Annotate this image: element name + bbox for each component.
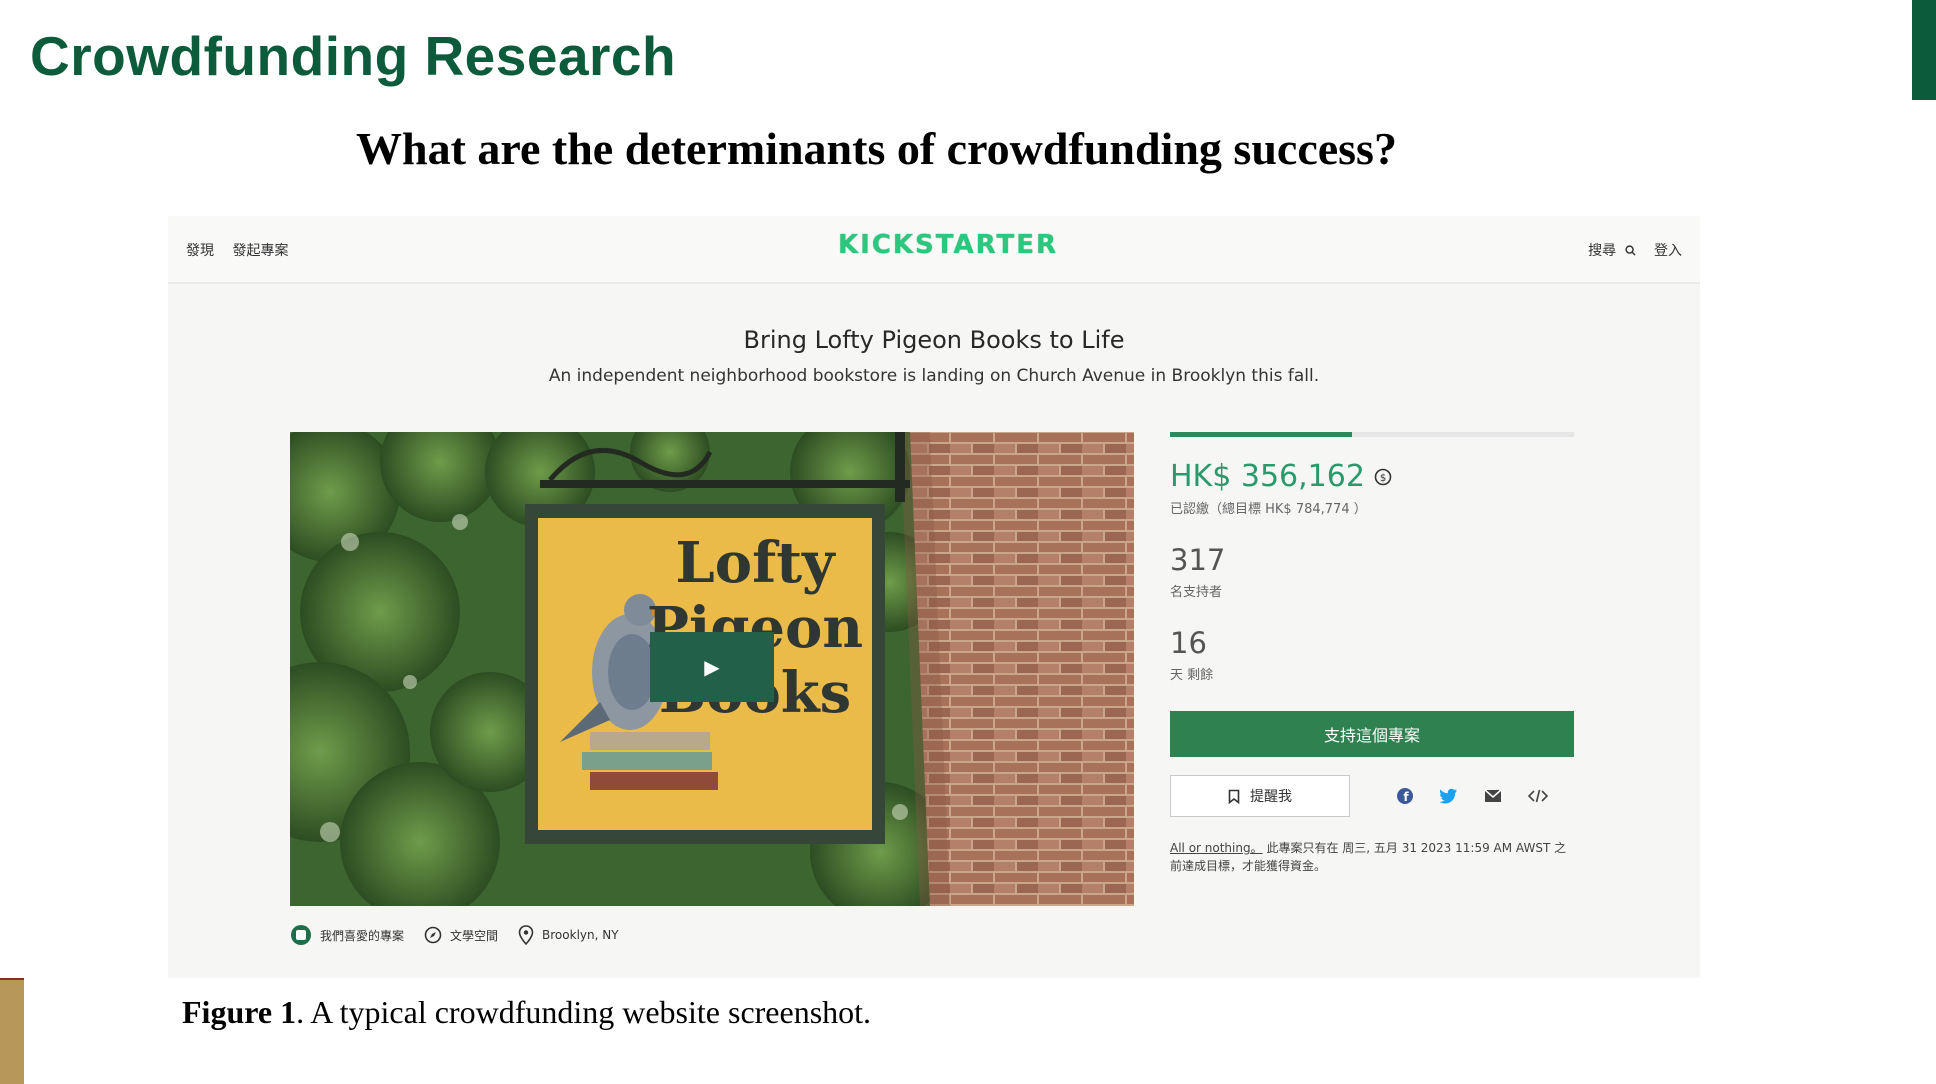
project-title: Bring Lofty Pigeon Books to Life [743, 326, 1125, 354]
svg-text:Lofty: Lofty [675, 530, 836, 596]
twitter-icon[interactable] [1440, 788, 1458, 804]
nav-discover-link[interactable]: 發現 [186, 243, 214, 259]
projects-we-love-badge[interactable]: 我們喜愛的專案 [290, 924, 404, 946]
backers-label: 名支持者 [1170, 585, 1223, 600]
research-question: What are the determinants of crowdfundin… [356, 123, 1397, 174]
funding-progress-fill [1170, 432, 1352, 437]
facebook-icon[interactable]: f [1396, 787, 1414, 805]
kickstarter-navbar: 發現 發起專案 KICKSTARTER 搜尋 登入 [168, 216, 1700, 284]
share-icons: f [1396, 787, 1574, 805]
backers-count: 317 [1170, 543, 1226, 577]
svg-text:f: f [1403, 790, 1409, 804]
compass-icon [424, 926, 442, 944]
svg-text:$: $ [1380, 473, 1386, 484]
figure-caption-text: . A typical crowdfunding website screens… [296, 994, 872, 1030]
nav-start-project-link[interactable]: 發起專案 [232, 243, 288, 259]
pledged-amount-row: HK$ 356,162 $ [1170, 459, 1574, 494]
figure-caption: Figure 1. A typical crowdfunding website… [182, 994, 871, 1031]
location-link[interactable]: Brooklyn, NY [518, 925, 619, 945]
share-row: 提醒我 f [1170, 775, 1574, 817]
days-left-count: 16 [1170, 626, 1207, 660]
play-icon: ▶ [704, 655, 720, 679]
email-icon[interactable] [1484, 789, 1502, 803]
figure-caption-label: Figure 1 [182, 994, 297, 1030]
project-blurb: An independent neighborhood bookstore is… [548, 366, 1320, 386]
all-or-nothing-notice: All or nothing。 此專案只有在 周三, 五月 31 2023 11… [1170, 839, 1574, 875]
remind-me-button[interactable]: 提醒我 [1170, 775, 1350, 817]
slide-title: Crowdfunding Research [30, 25, 677, 87]
kickstarter-screenshot: 發現 發起專案 KICKSTARTER 搜尋 登入 Bring Lofty Pi… [168, 216, 1700, 978]
play-video-button[interactable]: ▶ [650, 632, 774, 702]
search-icon [1624, 245, 1636, 256]
pledged-goal-text: 已認繳（總目標 HK$ 784,774 ） [1170, 502, 1367, 517]
funding-sidebar: HK$ 356,162 $ 已認繳（總目標 HK$ 784,774 ） 317 … [1170, 432, 1574, 875]
all-or-nothing-link[interactable]: All or nothing。 [1170, 841, 1263, 855]
badge-icon [291, 925, 311, 945]
project-video-thumbnail[interactable]: Lofty Pigeon Books ▶ [290, 432, 1134, 906]
days-left-label: 天 剩餘 [1170, 668, 1214, 683]
slide-accent-left [0, 980, 24, 1084]
backers-stat: 317 名支持者 [1170, 543, 1574, 600]
pledged-amount: HK$ 356,162 [1170, 459, 1365, 494]
nav-login-link[interactable]: 登入 [1654, 243, 1682, 259]
location-pin-icon [518, 925, 534, 945]
category-link[interactable]: 文學空間 [424, 926, 498, 944]
kickstarter-logo[interactable]: KICKSTARTER [838, 230, 1058, 260]
nav-search-button[interactable]: 搜尋 [1588, 243, 1640, 259]
slide-accent-right [1912, 0, 1936, 100]
project-meta-row: 我們喜愛的專案 文學空間 Brooklyn, NY [290, 924, 639, 946]
nav-search-label: 搜尋 [1588, 243, 1617, 259]
days-left-stat: 16 天 剩餘 [1170, 626, 1574, 683]
bookmark-icon [1228, 789, 1240, 804]
funding-progress-bar [1170, 432, 1574, 437]
back-this-project-button[interactable]: 支持這個專案 [1170, 711, 1574, 757]
currency-convert-icon[interactable]: $ [1373, 467, 1393, 487]
embed-icon[interactable] [1528, 789, 1548, 803]
